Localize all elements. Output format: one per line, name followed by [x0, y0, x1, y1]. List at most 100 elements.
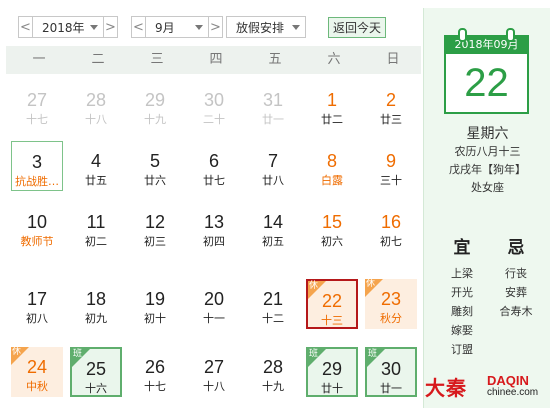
day-number: 31: [262, 90, 284, 110]
lunar-label: 初二: [85, 235, 107, 248]
day-number: 7: [267, 151, 278, 171]
day-number: 29: [321, 359, 343, 379]
day-number: 8: [326, 151, 337, 171]
lunar-label: 十九: [262, 380, 284, 393]
day-cell[interactable]: 休 23 秋分: [365, 279, 417, 329]
lunar-label: 廿十: [321, 382, 343, 395]
day-cell[interactable]: 休 24 中秋: [11, 347, 63, 397]
day-number: 20: [203, 289, 225, 309]
holiday-select[interactable]: 放假安排: [226, 16, 306, 38]
daqin-logo: 大秦 DAQIN chinee.com: [425, 372, 550, 400]
back-to-today-button[interactable]: 返回今天: [328, 17, 386, 38]
year-select[interactable]: 2018年: [32, 16, 104, 38]
day-number: 14: [262, 212, 284, 232]
day-cell[interactable]: 11 初二: [70, 202, 122, 252]
day-cell[interactable]: 6 廿七: [188, 141, 240, 191]
weekday-label: 六: [327, 52, 341, 67]
lunar-label: 十一: [203, 312, 225, 325]
yi-column: 宜 上梁 开光 雕刻 嫁娶 订盟: [432, 233, 492, 359]
lunar-label: 十八: [85, 113, 107, 126]
day-cell[interactable]: 16 初七: [365, 202, 417, 252]
day-number: 17: [26, 289, 48, 309]
day-cell[interactable]: 8 白露: [306, 141, 358, 191]
day-cell[interactable]: 29 十九: [129, 80, 181, 130]
yi-title: 宜: [453, 238, 471, 258]
day-number: 30: [203, 90, 225, 110]
day-cell[interactable]: 27 十八: [188, 347, 240, 397]
day-cell[interactable]: 28 十九: [247, 347, 299, 397]
lunar-label: 十七: [26, 113, 48, 126]
lunar-label: 廿二: [321, 113, 343, 126]
lunar-label: 廿一: [262, 113, 284, 126]
day-cell[interactable]: 9 三十: [365, 141, 417, 191]
lunar-label: 廿八: [262, 174, 284, 187]
day-cell[interactable]: 14 初五: [247, 202, 299, 252]
day-cell[interactable]: 12 初三: [129, 202, 181, 252]
day-number: 1: [326, 90, 337, 110]
day-cell[interactable]: 2 廿三: [365, 80, 417, 130]
logo-url: chinee.com: [487, 387, 539, 398]
day-cell[interactable]: 26 十七: [129, 347, 181, 397]
day-number: 19: [144, 289, 166, 309]
day-cell[interactable]: 15 初六: [306, 202, 358, 252]
day-cell[interactable]: 班 30 廿一: [365, 347, 417, 397]
yi-item: 雕刻: [451, 305, 473, 318]
lunar-label: 十七: [144, 380, 166, 393]
next-year-button[interactable]: >: [103, 16, 118, 38]
calendar-page-icon: 2018年09月 22: [444, 28, 529, 114]
weekday-label: 一: [32, 52, 46, 67]
day-cell[interactable]: 31 廿一: [247, 80, 299, 130]
weekday-label: 四: [209, 52, 223, 67]
day-number: 25: [85, 359, 107, 379]
day-number: 2: [385, 90, 396, 110]
day-cell[interactable]: 3 抗战胜…: [11, 141, 63, 191]
badge-label: 休: [366, 279, 376, 289]
day-cell[interactable]: 20 十一: [188, 279, 240, 329]
day-cell[interactable]: 21 十二: [247, 279, 299, 329]
day-cell[interactable]: 28 十八: [70, 80, 122, 130]
day-cell[interactable]: 班 29 廿十: [306, 347, 358, 397]
day-number: 27: [203, 357, 225, 377]
day-cell[interactable]: 休 22 十三: [306, 279, 358, 329]
day-cell[interactable]: 1 廿二: [306, 80, 358, 130]
lunar-label: 初五: [262, 235, 284, 248]
day-number: 29: [144, 90, 166, 110]
calendar-widget: < 2018年 > < 9月 > 放假安排 返回今天 一二三四五六日 27 十七 2…: [0, 0, 555, 408]
day-cell[interactable]: 班 25 十六: [70, 347, 122, 397]
month-select[interactable]: 9月: [145, 16, 209, 38]
weekday-label: 三: [150, 52, 164, 67]
day-cell[interactable]: 4 廿五: [70, 141, 122, 191]
badge-label: 班: [368, 349, 378, 359]
day-number: 6: [208, 151, 219, 171]
weekday-label: 日: [386, 52, 400, 67]
day-cell[interactable]: 27 十七: [11, 80, 63, 130]
day-number: 30: [380, 359, 402, 379]
detail-weekday: 星期六: [466, 126, 509, 142]
day-cell[interactable]: 18 初九: [70, 279, 122, 329]
lunar-label: 二十: [203, 113, 225, 126]
day-number: 13: [203, 212, 225, 232]
weekday-label: 二: [91, 52, 105, 67]
day-cell[interactable]: 10 教师节: [11, 202, 63, 252]
day-number: 3: [31, 152, 42, 172]
next-month-button[interactable]: >: [208, 16, 223, 38]
detail-zodiac: 处女座: [471, 181, 504, 194]
lunar-label: 十九: [144, 113, 166, 126]
day-cell[interactable]: 13 初四: [188, 202, 240, 252]
day-cell[interactable]: 7 廿八: [247, 141, 299, 191]
day-cell[interactable]: 30 二十: [188, 80, 240, 130]
day-number: 28: [262, 357, 284, 377]
lunar-label: 廿五: [85, 174, 107, 187]
ji-item: 行丧: [505, 267, 527, 280]
binder-ring-icon: [458, 28, 467, 42]
day-number: 26: [144, 357, 166, 377]
day-number: 9: [385, 151, 396, 171]
yi-item: 开光: [451, 286, 473, 299]
prev-year-button[interactable]: <: [18, 16, 33, 38]
day-number: 22: [321, 291, 343, 311]
day-cell[interactable]: 19 初十: [129, 279, 181, 329]
prev-month-button[interactable]: <: [131, 16, 146, 38]
day-cell[interactable]: 5 廿六: [129, 141, 181, 191]
lunar-label: 抗战胜…: [15, 175, 59, 188]
day-cell[interactable]: 17 初八: [11, 279, 63, 329]
